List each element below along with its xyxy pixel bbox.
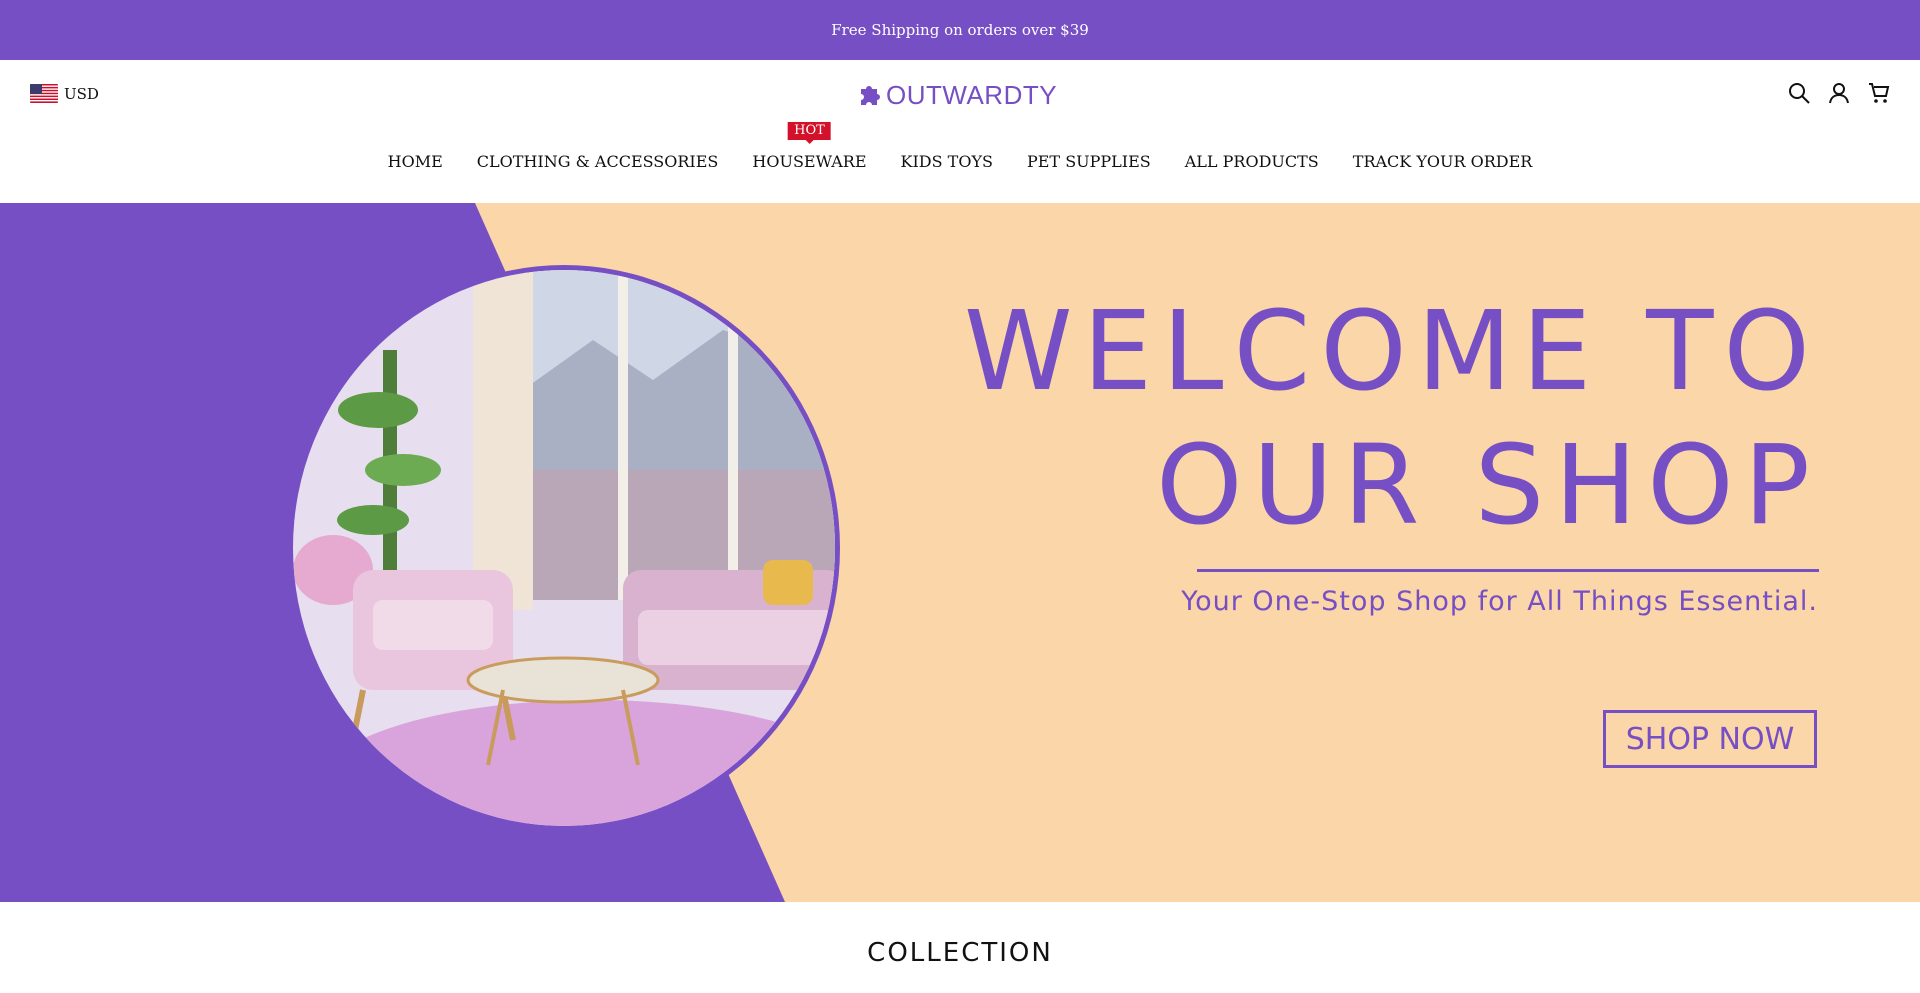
currency-code: USD: [64, 84, 99, 103]
nav-item-all-products[interactable]: ALL PRODUCTS: [1185, 152, 1319, 171]
announcement-bar: Free Shipping on orders over $39: [0, 0, 1920, 60]
nav-item-home[interactable]: HOME: [388, 152, 443, 171]
header-icons: [1788, 80, 1890, 106]
hot-badge: HOT: [788, 122, 831, 140]
nav-item-pet-supplies[interactable]: PET SUPPLIES: [1027, 152, 1151, 171]
nav-item-track-order[interactable]: TRACK YOUR ORDER: [1353, 152, 1533, 171]
account-icon[interactable]: [1828, 80, 1850, 106]
logo-text: OUTWARDTY: [886, 80, 1058, 110]
cart-icon[interactable]: [1868, 80, 1890, 106]
site-header: USD OUTWARDTY HOME CLOTHING & ACCESSORIE…: [0, 60, 1920, 203]
site-logo[interactable]: OUTWARDTY: [856, 80, 1057, 111]
logo-puzzle-icon: [856, 82, 882, 110]
us-flag-icon: [30, 84, 58, 103]
nav-item-kids-toys[interactable]: KIDS TOYS: [901, 152, 993, 171]
hero-tagline: Your One-Stop Shop for All Things Essent…: [1181, 586, 1818, 617]
hero-banner[interactable]: WELCOME TO OUR SHOP Your One-Stop Shop f…: [0, 203, 1920, 902]
main-nav: HOME CLOTHING & ACCESSORIES HOT HOUSEWAR…: [0, 122, 1920, 171]
nav-item-houseware[interactable]: HOT HOUSEWARE: [752, 122, 867, 171]
hero-headline-line2: OUR SHOP: [1156, 421, 1820, 549]
living-room-image: [288, 265, 840, 831]
hero-divider: [1197, 569, 1819, 572]
shop-now-button[interactable]: SHOP NOW: [1603, 710, 1817, 768]
hero-headline-line1: WELCOME TO: [963, 287, 1820, 415]
search-icon[interactable]: [1788, 80, 1810, 106]
collection-title: COLLECTION: [867, 938, 1053, 968]
announcement-text: Free Shipping on orders over $39: [831, 21, 1089, 39]
currency-selector[interactable]: USD: [30, 84, 99, 103]
nav-item-clothing[interactable]: CLOTHING & ACCESSORIES: [477, 152, 719, 171]
nav-item-houseware-label: HOUSEWARE: [752, 152, 867, 171]
